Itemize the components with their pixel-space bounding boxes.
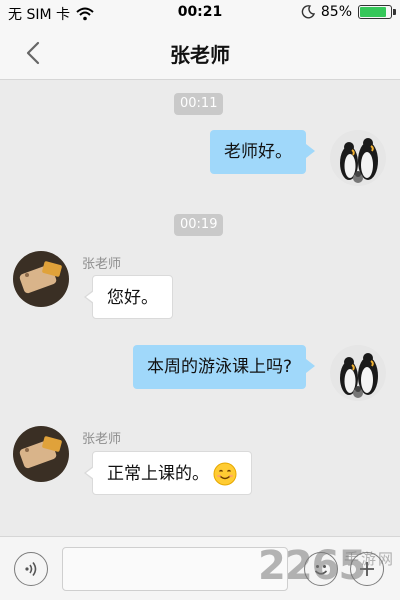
battery-icon	[358, 5, 396, 19]
penguin-avatar-icon	[330, 130, 386, 186]
message-bubble-self[interactable]: 老师好。	[210, 130, 315, 174]
battery-percent: 85%	[320, 4, 352, 20]
battery-tip	[393, 9, 396, 15]
avatar-self[interactable]	[330, 345, 386, 401]
phone-photo-avatar-icon	[13, 251, 69, 307]
plus-button[interactable]	[350, 552, 384, 586]
timestamp: 00:11	[174, 93, 224, 115]
smiling-face-icon	[213, 462, 237, 486]
input-bar	[0, 536, 400, 600]
chat-area[interactable]: 00:11 老师好。 00:19 张老师 您好。 本周的游泳课上吗? 张老师 正…	[0, 80, 400, 536]
page-title: 张老师	[170, 43, 230, 67]
message-text: 正常上课的。	[107, 464, 209, 484]
sender-name: 张老师	[82, 432, 122, 447]
status-bar: 无 SIM 卡 00:21 85%	[0, 0, 400, 26]
avatar-teacher[interactable]	[13, 426, 69, 482]
plus-icon	[360, 562, 374, 576]
penguin-avatar-icon	[330, 345, 386, 401]
sender-name: 张老师	[82, 257, 122, 272]
voice-button[interactable]	[14, 552, 48, 586]
timestamp: 00:19	[174, 214, 224, 236]
phone-photo-avatar-icon	[13, 426, 69, 482]
message-bubble-other[interactable]: 您好。	[84, 275, 173, 319]
voice-icon	[25, 562, 37, 576]
emoji-icon	[314, 565, 328, 575]
avatar-teacher[interactable]	[13, 251, 69, 307]
battery-fill	[360, 7, 386, 17]
message-input[interactable]	[62, 547, 288, 591]
moon-icon	[301, 5, 315, 19]
emoji-button[interactable]	[304, 552, 338, 586]
message-bubble-other[interactable]: 正常上课的。	[84, 451, 252, 495]
avatar-self[interactable]	[330, 130, 386, 186]
nav-bar: 张老师	[0, 26, 400, 80]
status-right: 85%	[301, 4, 396, 20]
message-bubble-self[interactable]: 本周的游泳课上吗?	[132, 345, 316, 389]
